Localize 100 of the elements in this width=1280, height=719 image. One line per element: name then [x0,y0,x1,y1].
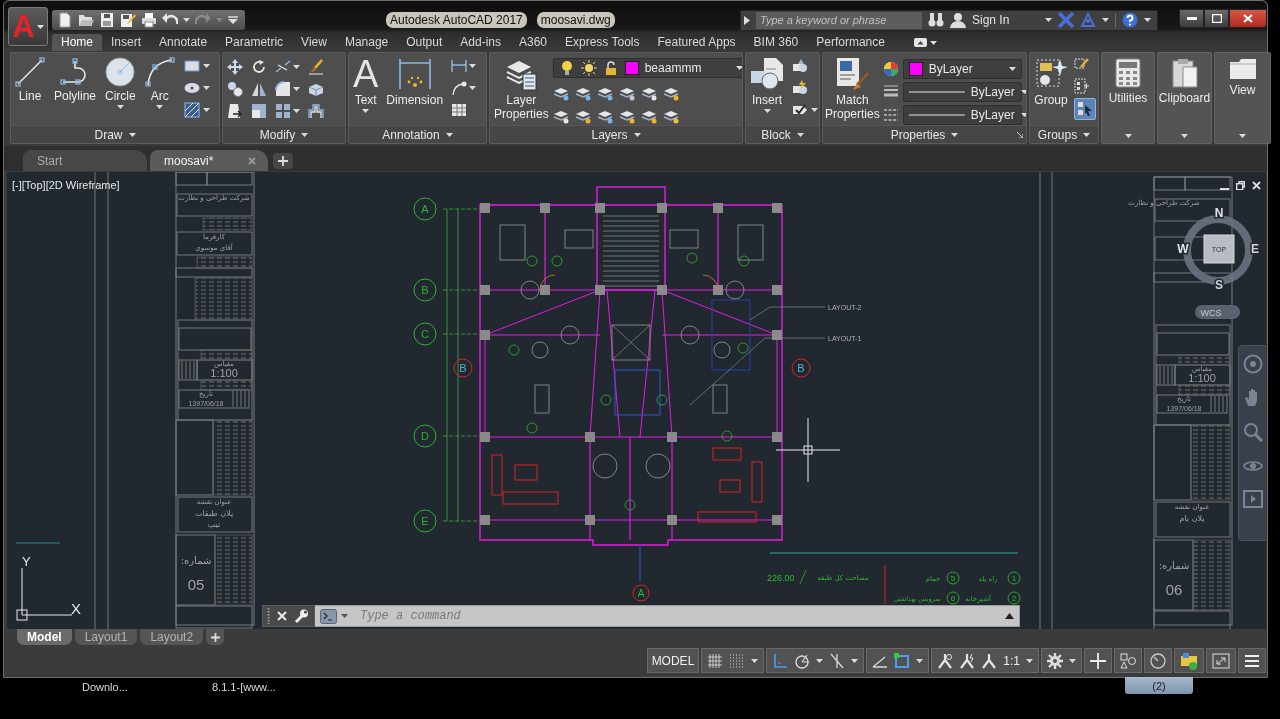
line-icon[interactable] [15,57,45,87]
ribbon-tab[interactable]: Output [397,34,452,51]
ribbon-panel-button[interactable]: Clipboard [1157,52,1212,144]
ribbon-tab[interactable]: Parametric [216,34,293,51]
panel-title-button[interactable]: Modify [223,125,345,143]
ribbon-tool-button[interactable]: Insert [750,56,784,113]
caret-icon[interactable] [633,132,641,137]
offset-curves-icon[interactable] [308,103,324,119]
ribbon-tool-button[interactable]: Arc [144,56,175,109]
panel-title-button[interactable]: Block [746,125,819,143]
caret-icon[interactable] [751,658,759,663]
ribbon-panel-button[interactable]: Utilities [1101,52,1155,144]
rectangle-icon[interactable] [183,58,200,74]
layers-icon[interactable] [574,108,591,124]
ribbon-tab[interactable]: Featured Apps [648,34,745,51]
caret-icon[interactable] [951,132,959,137]
maximize-button[interactable] [1204,9,1229,28]
ellipse-icon[interactable] [183,80,200,96]
plus-icon[interactable] [1090,652,1106,669]
caret-icon[interactable] [293,109,300,113]
caret-icon[interactable] [1026,658,1033,663]
caret-icon[interactable] [851,658,859,663]
caret-icon[interactable] [1008,66,1016,71]
clipboard-icon[interactable] [1171,58,1198,88]
model-space-button[interactable]: MODEL [646,648,700,673]
compass-letter[interactable]: N [1214,206,1224,220]
caret-icon[interactable] [183,18,190,22]
expand-screen-icon[interactable] [1212,652,1230,669]
panel-title-button[interactable]: Annotation [349,125,486,143]
ribbon-tab[interactable]: Express Tools [556,34,649,51]
caret-icon[interactable] [1020,89,1026,94]
caret-icon[interactable] [445,132,453,137]
match-properties-icon[interactable] [835,57,870,91]
panel-toggle-icon[interactable] [913,38,927,47]
layers-icon[interactable] [640,108,657,124]
taskbar-item[interactable]: 8.1.1-[www... [212,681,276,693]
caret-icon[interactable] [301,132,309,137]
nested-squares-icon[interactable] [251,103,267,119]
ribbon-tab[interactable]: View [292,34,336,51]
steering-wheel-icon[interactable] [1243,354,1263,374]
grid-squares-icon[interactable] [275,103,291,119]
mirror-triangles-icon[interactable] [251,81,267,97]
table-icon[interactable] [451,102,468,118]
caret-icon[interactable] [816,658,824,663]
new-layout-button[interactable] [206,629,225,645]
caret-icon[interactable] [202,108,210,112]
expand-triangle-icon[interactable] [744,15,750,25]
close-button[interactable] [1229,9,1267,28]
ribbon-tool-button[interactable]: Circle [105,56,136,109]
four-arrows-icon[interactable] [227,59,243,75]
minimize-button[interactable] [1179,9,1204,28]
panel-title-button[interactable]: Properties [823,125,1026,143]
folder-icon[interactable] [1228,58,1257,80]
caret-icon[interactable] [1083,132,1091,137]
brush-icon[interactable] [308,59,324,75]
layers-icon[interactable] [574,85,591,101]
dial-icon[interactable] [1150,652,1166,669]
panel-title-button[interactable]: Groups [1030,125,1098,143]
hatched-square-icon[interactable] [183,102,200,118]
square-triangle-circle-icon[interactable] [1120,652,1136,669]
caret-icon[interactable] [929,40,937,45]
gear-icon[interactable] [1047,652,1063,669]
caret-icon[interactable] [293,87,300,91]
new-tab-button[interactable] [273,153,293,169]
leader-arrow-icon[interactable] [451,80,468,96]
command-line-field[interactable]: Type a command [315,605,1020,627]
caret-icon[interactable] [1069,658,1076,663]
caret-icon[interactable] [1144,18,1152,22]
wrench-icon[interactable] [294,609,308,623]
taskbar-button[interactable]: (2) [1125,677,1193,694]
ribbon-tab[interactable]: Annotate [150,34,217,51]
sun-icon[interactable] [580,60,597,76]
layers-icon[interactable] [662,108,679,124]
caret-icon[interactable] [116,105,124,109]
caret-icon[interactable] [1181,134,1188,138]
arc-icon[interactable] [144,57,175,87]
ribbon-tool-button[interactable]: Group [1034,56,1068,107]
triangle-nodes-icon[interactable] [1080,12,1097,28]
line-weights-icon[interactable] [882,83,899,100]
layer-dropdown[interactable]: beaammm [552,58,742,78]
cube-icon[interactable] [308,81,324,97]
layers-icon[interactable] [618,108,635,124]
layers-icon[interactable] [596,108,613,124]
dialog-launcher-icon[interactable] [1017,132,1023,138]
sign-in-link[interactable]: Sign In [972,13,1010,27]
viewport-control-link[interactable]: [-] [12,179,22,191]
dotted-grid-icon[interactable] [729,652,746,669]
calculator-icon[interactable] [1115,58,1141,88]
property-dropdown[interactable]: ByLayer [902,58,1022,79]
color-wheel-icon[interactable] [882,60,899,77]
compass-letter[interactable]: S [1215,278,1223,292]
layout-tab[interactable]: Model [17,629,72,645]
layers-icon[interactable] [552,85,569,101]
viewport-control-link[interactable]: [Top] [21,179,46,191]
shapes-icon[interactable] [792,58,808,74]
ribbon-tab[interactable]: A360 [510,34,556,51]
ribbon-tab[interactable]: Home [52,34,102,51]
caret-icon[interactable] [469,64,477,68]
ribbon-tool-button[interactable]: Layer Properties [494,56,549,121]
shapes-lightning-icon[interactable] [792,80,808,96]
